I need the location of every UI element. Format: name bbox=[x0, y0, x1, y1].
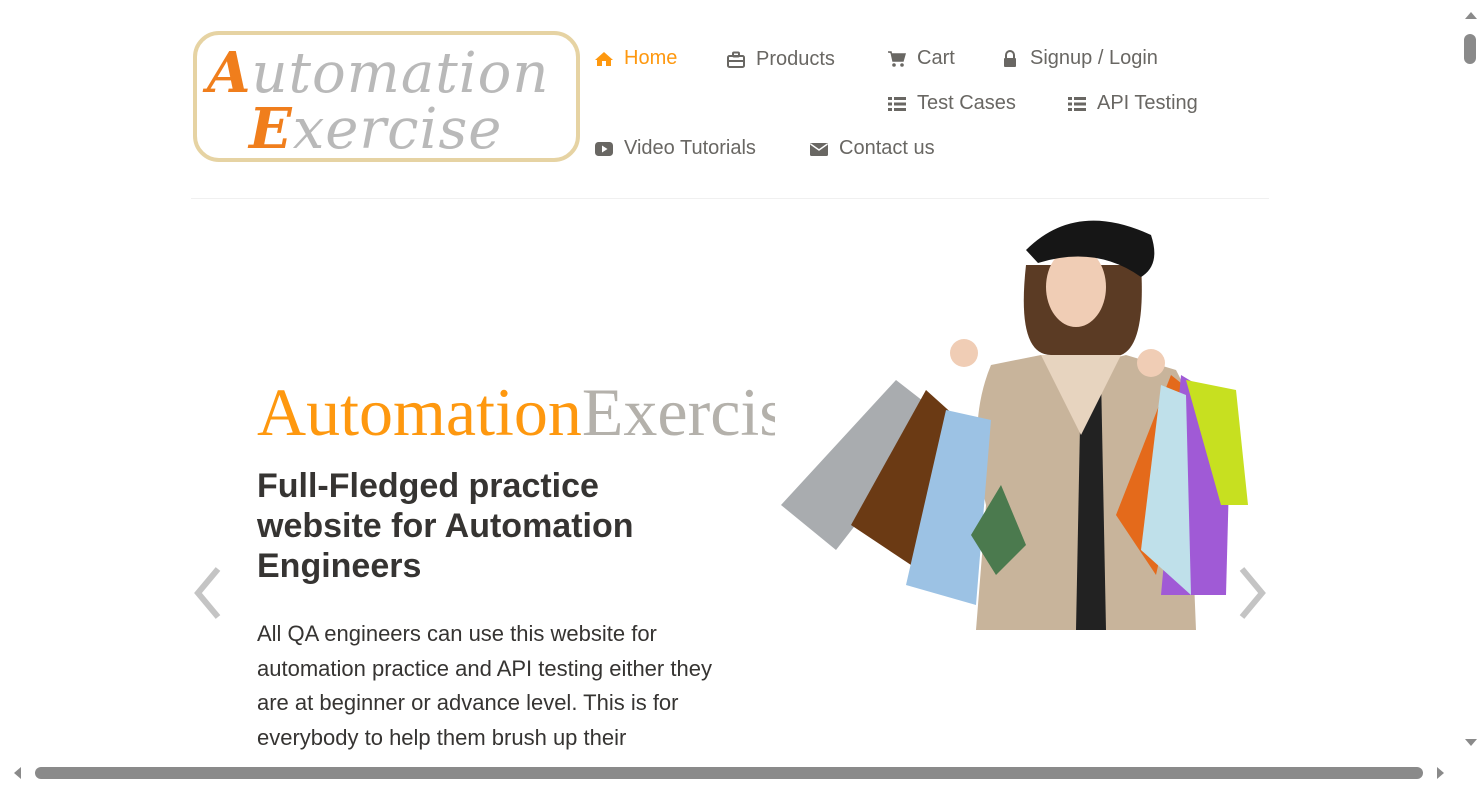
nav-cart[interactable]: Cart bbox=[887, 47, 955, 70]
list-icon bbox=[1067, 94, 1087, 114]
scroll-down-arrow-icon[interactable] bbox=[1464, 738, 1478, 748]
nav-api-testing[interactable]: API Testing bbox=[1067, 92, 1198, 115]
home-icon bbox=[594, 49, 614, 69]
nav-test-cases[interactable]: Test Cases bbox=[887, 92, 1016, 115]
hero-image bbox=[776, 205, 1248, 630]
nav-contact-us[interactable]: Contact us bbox=[809, 137, 935, 160]
nav-signup-login[interactable]: Signup / Login bbox=[1000, 47, 1158, 70]
nav-cart-label: Cart bbox=[917, 47, 955, 69]
nav-home[interactable]: Home bbox=[594, 47, 677, 70]
scroll-up-arrow-icon[interactable] bbox=[1464, 10, 1478, 20]
slider-title: AutomationExercise bbox=[257, 376, 775, 448]
list-icon bbox=[887, 94, 907, 114]
site-logo[interactable]: Automation Exercise bbox=[193, 31, 580, 162]
youtube-play-icon bbox=[594, 139, 614, 159]
shopping-cart-icon bbox=[887, 49, 907, 69]
envelope-icon bbox=[809, 139, 829, 159]
nav-test-cases-label: Test Cases bbox=[917, 92, 1016, 114]
logo-line-1: Automation bbox=[207, 45, 549, 102]
logo-letter: A bbox=[207, 40, 252, 106]
vertical-scrollbar[interactable] bbox=[1460, 0, 1482, 760]
logo-letter: E bbox=[249, 96, 293, 162]
nav-video-tutorials[interactable]: Video Tutorials bbox=[594, 137, 756, 160]
briefcase-icon bbox=[726, 50, 746, 70]
slider-heading: Full-Fledged practice website for Automa… bbox=[257, 467, 634, 585]
header-divider bbox=[191, 198, 1269, 199]
scroll-left-arrow-icon[interactable] bbox=[12, 766, 22, 780]
nav-signup-login-label: Signup / Login bbox=[1030, 47, 1158, 69]
horizontal-scroll-thumb[interactable] bbox=[35, 767, 1423, 779]
lock-icon bbox=[1000, 49, 1020, 69]
slider-prev-button[interactable] bbox=[190, 563, 224, 623]
slider-title-part2: Exercise bbox=[581, 376, 775, 448]
nav-products-label: Products bbox=[756, 48, 835, 70]
scroll-right-arrow-icon[interactable] bbox=[1436, 766, 1446, 780]
slider-title-part1: Automation bbox=[257, 376, 582, 448]
chevron-left-icon bbox=[194, 567, 221, 619]
nav-home-label: Home bbox=[624, 47, 678, 69]
logo-line-2: Exercise bbox=[249, 101, 502, 158]
scrollbar-corner bbox=[1460, 760, 1482, 785]
vertical-scroll-thumb[interactable] bbox=[1464, 34, 1476, 64]
nav-contact-us-label: Contact us bbox=[839, 137, 935, 159]
nav-video-tutorials-label: Video Tutorials bbox=[624, 137, 756, 159]
nav-products[interactable]: Products bbox=[726, 48, 835, 71]
slider-description: All QA engineers can use this website fo… bbox=[257, 621, 712, 750]
horizontal-scrollbar[interactable] bbox=[0, 760, 1460, 785]
nav-api-testing-label: API Testing bbox=[1097, 92, 1198, 114]
logo-text: xercise bbox=[292, 97, 503, 162]
